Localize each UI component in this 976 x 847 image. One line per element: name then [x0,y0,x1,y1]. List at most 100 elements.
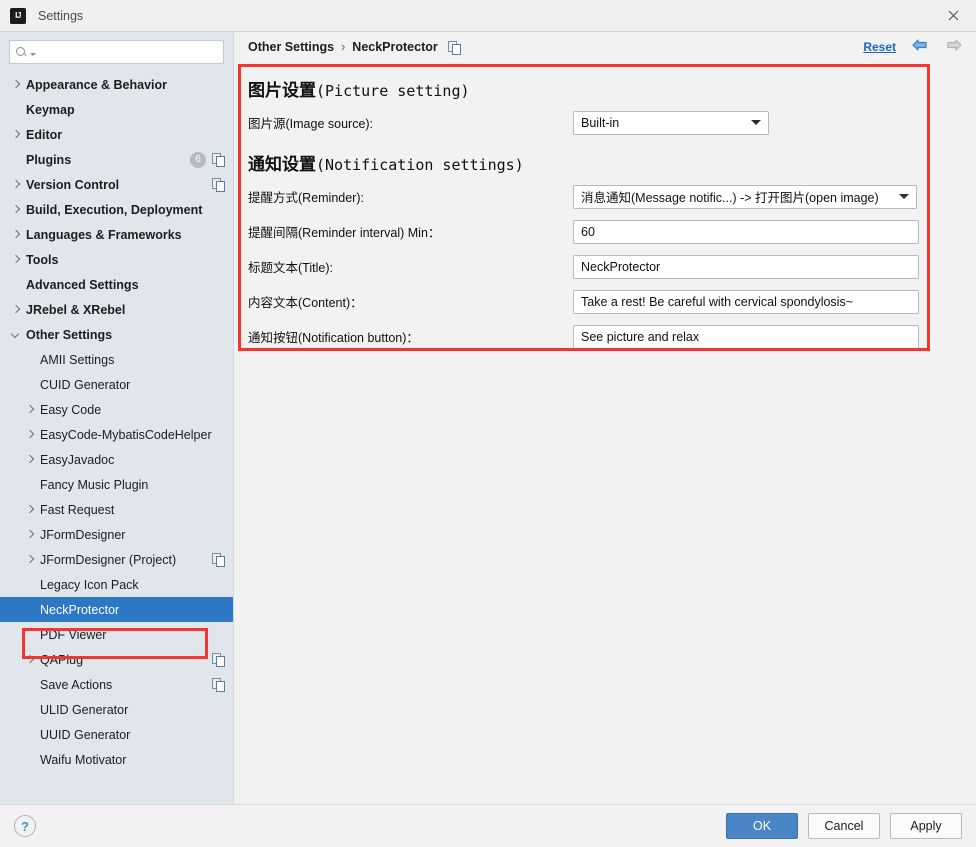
sidebar-item-label: Languages & Frameworks [26,227,182,242]
window-titlebar: Settings [0,0,976,32]
sidebar-item-label: AMII Settings [40,352,115,367]
chevron-down-icon [751,120,761,125]
chevron-right-icon[interactable] [12,205,21,214]
settings-body: Appearance & Behavior Keymap Editor Plugins… [0,32,976,804]
chevron-right-icon[interactable] [12,180,21,189]
sidebar-item-plugins[interactable]: Plugins 6 [0,147,233,172]
sidebar-item-label: Keymap [26,102,75,117]
sidebar-item-waifu-motivator[interactable]: Waifu Motivator [0,747,233,772]
search-icon [16,46,29,59]
sidebar-item-languages-frameworks[interactable]: Languages & Frameworks [0,222,233,247]
sidebar-item-jrebel-xrebel[interactable]: JRebel & XRebel [0,297,233,322]
breadcrumb-current: NeckProtector [352,40,438,54]
copy-icon[interactable] [212,178,225,192]
sidebar-item-pdf-viewer[interactable]: PDF Viewer [0,622,233,647]
picture-setting-heading-en: (Picture setting) [316,82,470,100]
copy-icon[interactable] [212,653,225,667]
sidebar-item-label: JFormDesigner (Project) [40,552,177,567]
chevron-right-icon[interactable] [26,430,35,439]
arrow-right-icon [944,37,964,57]
search-box[interactable] [9,40,224,64]
sidebar-item-easycode-mybatiscodehelper[interactable]: EasyCode-MybatisCodeHelper [0,422,233,447]
arrow-left-icon[interactable] [910,37,930,57]
sidebar-item-qaplug[interactable]: QAPlug [0,647,233,672]
content-text-label: 内容文本(Content)： [248,296,363,310]
chevron-right-icon[interactable] [26,455,35,464]
dialog-footer: ? OK Cancel Apply [0,804,976,847]
sidebar-item-jformdesigner-project[interactable]: JFormDesigner (Project) [0,547,233,572]
chevron-right-icon[interactable] [12,80,21,89]
breadcrumb-separator: › [341,40,346,54]
sidebar-item-label: JRebel & XRebel [26,302,126,317]
chevron-right-icon[interactable] [26,505,35,514]
reset-link[interactable]: Reset [863,40,896,54]
sidebar-item-tools[interactable]: Tools [0,247,233,272]
chevron-right-icon[interactable] [12,130,21,139]
apply-button[interactable]: Apply [890,813,962,839]
row-content-text: 内容文本(Content)： Take a rest! Be careful w… [248,284,966,319]
close-icon[interactable] [930,0,976,30]
row-reminder: 提醒方式(Reminder): 消息通知(Message notific...)… [248,179,966,214]
settings-form: 图片设置(Picture setting) 图片源(Image source):… [248,66,966,354]
title-text-label: 标题文本(Title): [248,261,333,275]
footer-buttons: OK Cancel Apply [726,813,962,839]
reminder-interval-input[interactable]: 60 [573,219,919,244]
sidebar-item-label: ULID Generator [40,702,129,717]
content-text-input[interactable]: Take a rest! Be careful with cervical sp… [573,289,919,314]
sidebar-item-advanced-settings[interactable]: Advanced Settings [0,272,233,297]
sidebar-item-fast-request[interactable]: Fast Request [0,497,233,522]
copy-icon[interactable] [212,153,225,167]
sidebar-item-editor[interactable]: Editor [0,122,233,147]
chevron-right-icon[interactable] [26,530,35,539]
help-icon[interactable]: ? [14,815,36,837]
sidebar-item-save-actions[interactable]: Save Actions [0,672,233,697]
sidebar-item-appearance-behavior[interactable]: Appearance & Behavior [0,72,233,97]
row-notification-button: 通知按钮(Notification button)： See picture a… [248,319,966,354]
search-input[interactable] [39,44,217,60]
notification-button-input[interactable]: See picture and relax [573,324,919,349]
sidebar-item-neckprotector[interactable]: NeckProtector [0,597,233,622]
sidebar-item-version-control[interactable]: Version Control [0,172,233,197]
copy-icon[interactable] [212,678,225,692]
sidebar-item-easyjavadoc[interactable]: EasyJavadoc [0,447,233,472]
chevron-right-icon[interactable] [26,405,35,414]
sidebar-item-uuid-generator[interactable]: UUID Generator [0,722,233,747]
title-text-input[interactable]: NeckProtector [573,254,919,279]
sidebar-item-ulid-generator[interactable]: ULID Generator [0,697,233,722]
cancel-button[interactable]: Cancel [808,813,880,839]
notification-settings-heading: 通知设置(Notification settings) [248,150,966,175]
copy-icon[interactable] [447,40,461,55]
image-source-dropdown[interactable]: Built-in [573,110,769,135]
row-image-source: 图片源(Image source): Built-in [248,105,966,140]
ok-button[interactable]: OK [726,813,798,839]
sidebar-item-cuid-generator[interactable]: CUID Generator [0,372,233,397]
sidebar-item-jformdesigner[interactable]: JFormDesigner [0,522,233,547]
chevron-down-icon[interactable] [12,330,21,339]
image-source-label: 图片源(Image source): [248,117,374,131]
sidebar-item-label: Advanced Settings [26,277,139,292]
sidebar-item-amii-settings[interactable]: AMII Settings [0,347,233,372]
reminder-interval-label: 提醒间隔(Reminder interval) Min： [248,226,441,240]
sidebar-item-label: Fast Request [40,502,115,517]
sidebar-item-label: Other Settings [26,327,113,342]
copy-icon[interactable] [212,553,225,567]
sidebar-item-label: UUID Generator [40,727,131,742]
sidebar-item-other-settings[interactable]: Other Settings [0,322,233,347]
sidebar-item-build-execution-deployment[interactable]: Build, Execution, Deployment [0,197,233,222]
chevron-right-icon[interactable] [26,555,35,564]
sidebar-item-fancy-music-plugin[interactable]: Fancy Music Plugin [0,472,233,497]
chevron-right-icon[interactable] [26,655,35,664]
sidebar-item-easy-code[interactable]: Easy Code [0,397,233,422]
chevron-right-icon[interactable] [12,305,21,314]
chevron-right-icon[interactable] [12,255,21,264]
sidebar-item-label: Appearance & Behavior [26,77,168,92]
reminder-dropdown[interactable]: 消息通知(Message notific...) -> 打开图片(open im… [573,184,917,209]
settings-content-pane: Other Settings › NeckProtector Reset 图片设… [234,32,976,804]
sidebar-item-keymap[interactable]: Keymap [0,97,233,122]
chevron-right-icon[interactable] [12,230,21,239]
sidebar-item-label: Fancy Music Plugin [40,477,149,492]
chevron-down-icon[interactable] [30,52,36,56]
image-source-value: Built-in [581,115,620,130]
breadcrumb-parent[interactable]: Other Settings [248,40,334,54]
sidebar-item-legacy-icon-pack[interactable]: Legacy Icon Pack [0,572,233,597]
